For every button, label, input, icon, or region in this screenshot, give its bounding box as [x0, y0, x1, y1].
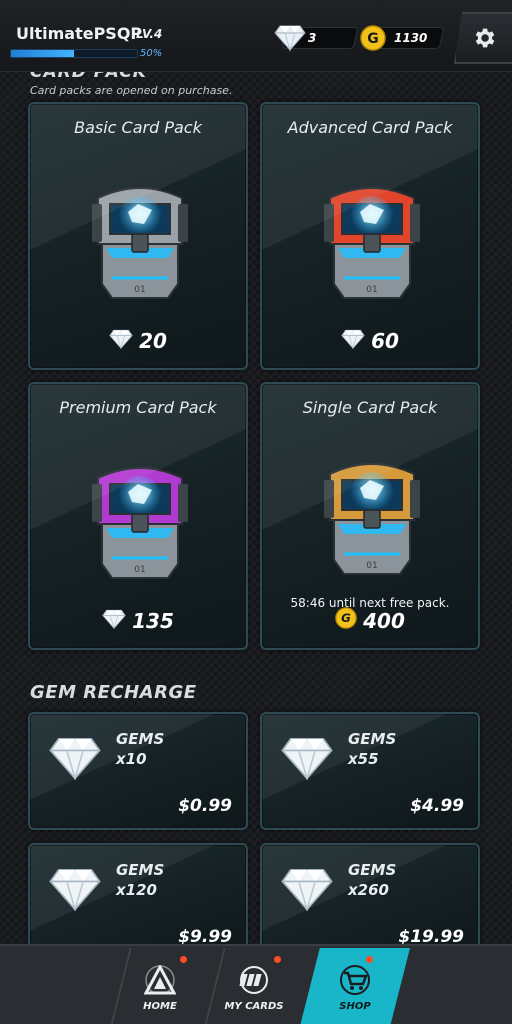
top-bar: UltimatePSQP LV.4 50% 3 G 1130 [0, 0, 512, 72]
svg-text:G: G [367, 31, 379, 47]
gem-recharge-section-title: GEM RECHARGE [30, 682, 197, 703]
gem-offer-qty: x120 [116, 881, 157, 899]
home-icon [144, 965, 176, 995]
notification-dot [180, 956, 187, 963]
chest-icon: 01 [324, 187, 420, 299]
svg-text:01: 01 [366, 285, 377, 295]
pack-price[interactable]: 20 [30, 328, 246, 354]
xp-bar [10, 49, 138, 58]
pack-price[interactable]: 135 [30, 608, 246, 634]
gold-coin-icon: G [335, 607, 357, 634]
pack-price-value: 60 [371, 329, 399, 353]
gem-offer-label: GEMS [348, 730, 397, 748]
bottom-nav: HOME MY CARDS SHOP [0, 944, 512, 1024]
gem-icon [280, 865, 334, 915]
gem-icon [274, 25, 306, 52]
pack-price-value: 20 [139, 329, 167, 353]
pack-card-single[interactable]: Single Card Pack 01 58:46 until next fre… [260, 382, 480, 650]
pack-card-premium[interactable]: Premium Card Pack 01 135 [28, 382, 248, 650]
gem-offer-price: $19.99 [398, 927, 464, 944]
nav-shop-label: SHOP [339, 1001, 371, 1012]
card-pack-section-title: CARD PACK [30, 72, 147, 82]
nav-home-label: HOME [143, 1001, 177, 1012]
gem-offer[interactable]: GEMS x260 $19.99 [260, 843, 480, 944]
pack-price-value: 400 [363, 608, 405, 633]
gem-icon [102, 608, 126, 634]
pack-title: Basic Card Pack [74, 118, 202, 137]
notification-dot [274, 956, 281, 963]
level-badge: LV.4 [136, 27, 163, 41]
gem-icon [48, 865, 102, 915]
pack-title: Single Card Pack [302, 398, 438, 417]
settings-button[interactable] [454, 12, 512, 64]
pack-title: Premium Card Pack [59, 398, 217, 417]
pack-card-advanced[interactable]: Advanced Card Pack 01 60 [260, 102, 480, 370]
card-pack-note: Card packs are opened on purchase. [30, 84, 233, 97]
gem-offer-qty: x260 [348, 881, 389, 899]
svg-text:01: 01 [134, 565, 145, 575]
svg-text:01: 01 [366, 561, 377, 571]
shop-content[interactable]: CARD PACK Card packs are opened on purch… [0, 72, 512, 944]
pack-price[interactable]: G 400 [262, 607, 478, 634]
chest-icon: 01 [92, 467, 188, 579]
xp-bar-fill [11, 50, 74, 57]
gem-offer-qty: x10 [116, 750, 147, 768]
gem-offer[interactable]: GEMS x55 $4.99 [260, 712, 480, 830]
notification-dot [366, 956, 373, 963]
gem-icon [280, 734, 334, 784]
cards-icon [239, 966, 268, 994]
nav-my-cards[interactable]: MY CARDS [206, 948, 302, 1024]
gem-icon [48, 734, 102, 784]
pack-card-basic[interactable]: Basic Card Pack 01 20 [28, 102, 248, 370]
gem-balance: 3 [308, 31, 317, 45]
gold-balance: 1130 [394, 31, 428, 45]
chest-icon: 01 [92, 187, 188, 299]
pack-price-value: 135 [132, 609, 174, 633]
nav-shop[interactable]: SHOP [300, 948, 410, 1024]
gem-offer-price: $0.99 [178, 796, 232, 816]
gem-offer-qty: x55 [348, 750, 379, 768]
gem-offer-price: $4.99 [410, 796, 464, 816]
gem-offer-price: $9.99 [178, 927, 232, 944]
chest-icon: 01 [324, 463, 420, 575]
gem-icon [109, 328, 133, 354]
gem-offer[interactable]: GEMS x120 $9.99 [28, 843, 248, 944]
gem-offer-label: GEMS [116, 730, 165, 748]
nav-my-cards-label: MY CARDS [224, 1001, 284, 1012]
gold-coin-icon: G [360, 25, 386, 51]
gem-offer-label: GEMS [116, 861, 165, 879]
gear-icon [475, 28, 495, 48]
nav-home[interactable]: HOME [112, 948, 208, 1024]
svg-text:01: 01 [134, 285, 145, 295]
gem-offer[interactable]: GEMS x10 $0.99 [28, 712, 248, 830]
xp-percent: 50% [140, 48, 163, 59]
svg-text:G: G [341, 611, 351, 625]
pack-title: Advanced Card Pack [287, 118, 453, 137]
gem-icon [341, 328, 365, 354]
shopping-cart-icon [340, 965, 370, 995]
gem-offer-label: GEMS [348, 861, 397, 879]
username: UltimatePSQP [16, 24, 143, 43]
pack-price[interactable]: 60 [262, 328, 478, 354]
